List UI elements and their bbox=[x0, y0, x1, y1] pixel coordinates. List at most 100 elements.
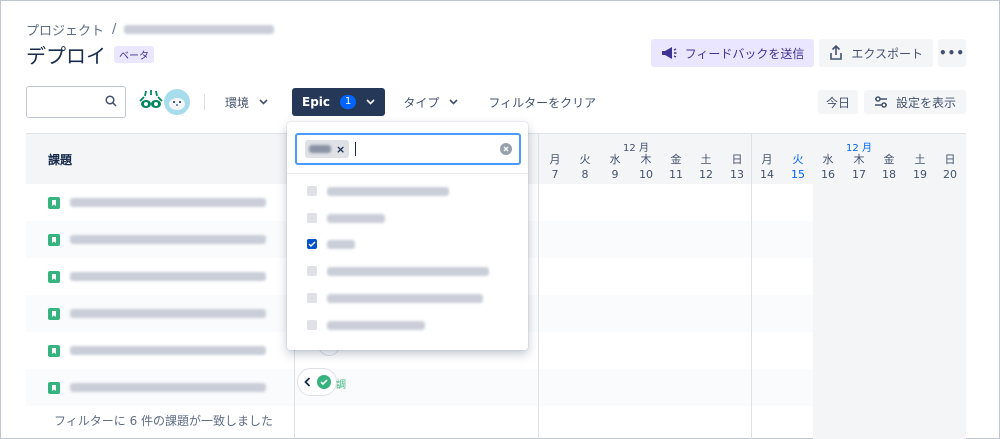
collapse-handle[interactable] bbox=[297, 368, 337, 396]
week-divider bbox=[751, 134, 752, 439]
epic-option-label-redacted bbox=[327, 239, 355, 249]
story-icon bbox=[48, 381, 60, 394]
epic-option[interactable] bbox=[307, 261, 489, 281]
future-days-shade bbox=[813, 184, 966, 439]
text-caret bbox=[355, 142, 357, 156]
epic-option-checkbox[interactable] bbox=[307, 186, 317, 196]
epic-option-selected[interactable] bbox=[307, 234, 355, 254]
view-settings-button[interactable]: 設定を表示 bbox=[863, 90, 966, 114]
today-button[interactable]: 今日 bbox=[817, 90, 858, 114]
day-column: 木 10 bbox=[639, 153, 653, 181]
issue-row[interactable] bbox=[26, 184, 294, 221]
day-column: 木 17 bbox=[852, 153, 866, 181]
avatar-eyes-icon bbox=[139, 90, 163, 108]
check-icon bbox=[308, 241, 316, 248]
day-column: 金 18 bbox=[882, 153, 896, 181]
epic-count-badge: 1 bbox=[340, 95, 357, 109]
epic-option[interactable] bbox=[307, 315, 425, 335]
story-icon bbox=[48, 270, 60, 283]
story-icon bbox=[48, 344, 60, 357]
epic-option-label-redacted bbox=[327, 213, 385, 223]
breadcrumb-separator: / bbox=[112, 22, 117, 37]
issue-title-redacted bbox=[70, 198, 266, 207]
issue-column-header: 課題 bbox=[26, 134, 294, 184]
environment-filter[interactable]: 環境 bbox=[217, 88, 276, 116]
epic-filter[interactable]: Epic 1 bbox=[292, 88, 386, 116]
epic-option[interactable] bbox=[307, 208, 385, 228]
chip-label-redacted bbox=[309, 145, 331, 153]
selected-epic-chip: × bbox=[305, 140, 350, 158]
environment-filter-label: 環境 bbox=[225, 95, 250, 110]
epic-option[interactable] bbox=[307, 181, 449, 201]
day-column-today: 火 15 bbox=[791, 153, 805, 181]
chip-remove-button[interactable]: × bbox=[336, 143, 345, 156]
epic-option-label-redacted bbox=[327, 266, 489, 276]
epic-option-label-redacted bbox=[327, 293, 483, 303]
avatar-seal-icon bbox=[169, 98, 185, 110]
clear-filters-button[interactable]: フィルターをクリア bbox=[488, 94, 596, 111]
chevron-down-icon bbox=[366, 99, 375, 105]
filter-result-count: フィルターに 6 件の課題が一致しました bbox=[54, 414, 274, 428]
type-filter-label: タイプ bbox=[403, 95, 440, 110]
day-column: 火8 bbox=[579, 153, 591, 181]
issue-title-redacted bbox=[70, 346, 266, 355]
day-column: 土 19 bbox=[913, 153, 927, 181]
sliders-icon bbox=[874, 96, 887, 108]
check-circle-icon bbox=[316, 375, 331, 389]
epic-option[interactable] bbox=[307, 288, 483, 308]
day-column: 金 11 bbox=[669, 153, 683, 181]
view-controls: 今日 設定を表示 bbox=[817, 90, 966, 114]
page-title: デプロイ bbox=[26, 44, 106, 68]
epic-option-checkbox[interactable] bbox=[307, 320, 317, 330]
epic-search-input[interactable]: × bbox=[295, 133, 521, 165]
breadcrumb: プロジェクト / bbox=[26, 20, 275, 39]
feedback-button[interactable]: フィードバックを送信 bbox=[650, 39, 815, 67]
issue-title-redacted bbox=[70, 309, 266, 318]
week-divider bbox=[538, 134, 539, 439]
issue-row[interactable] bbox=[26, 221, 294, 258]
story-icon bbox=[48, 233, 60, 246]
day-column: 水 16 bbox=[821, 153, 835, 181]
issue-row[interactable] bbox=[26, 332, 294, 369]
issue-title-redacted bbox=[70, 383, 266, 392]
issue-row[interactable] bbox=[26, 258, 294, 295]
export-label: エクスポート bbox=[851, 46, 923, 61]
title-row: デプロイ ベータ bbox=[26, 40, 154, 69]
epic-option-label-redacted bbox=[327, 320, 425, 330]
epic-filter-label: Epic bbox=[302, 95, 331, 109]
day-column: 月7 bbox=[549, 153, 561, 181]
day-column: 日 20 bbox=[943, 153, 957, 181]
avatar-seal[interactable] bbox=[164, 89, 190, 115]
deployment-status-label: 調 bbox=[336, 380, 346, 391]
epic-option-checkbox[interactable] bbox=[307, 293, 317, 303]
chevron-left-icon bbox=[303, 377, 310, 387]
view-settings-label: 設定を表示 bbox=[895, 95, 956, 110]
feedback-label: フィードバックを送信 bbox=[684, 46, 805, 61]
beta-badge: ベータ bbox=[114, 46, 154, 63]
megaphone-icon bbox=[661, 47, 677, 59]
day-column: 水9 bbox=[609, 153, 621, 181]
day-column: 月 14 bbox=[760, 153, 774, 181]
epic-option-checkbox[interactable] bbox=[307, 266, 317, 276]
avatar-group bbox=[138, 89, 190, 115]
breadcrumb-root[interactable]: プロジェクト bbox=[26, 20, 104, 39]
type-filter[interactable]: タイプ bbox=[395, 88, 466, 116]
clear-icon[interactable] bbox=[500, 143, 512, 155]
search-input[interactable] bbox=[26, 86, 126, 118]
export-button[interactable]: エクスポート bbox=[819, 39, 933, 67]
day-column: 土 12 bbox=[699, 153, 713, 181]
share-icon bbox=[830, 45, 843, 60]
more-actions-button[interactable]: ••• bbox=[938, 39, 966, 67]
issue-row[interactable] bbox=[26, 295, 294, 332]
epic-dropdown: × bbox=[287, 122, 528, 350]
day-column: 日 13 bbox=[730, 153, 744, 181]
story-icon bbox=[48, 307, 60, 320]
epic-option-checkbox-checked[interactable] bbox=[307, 239, 317, 249]
avatar-eyes[interactable] bbox=[138, 89, 164, 115]
chevron-down-icon bbox=[449, 99, 458, 105]
breadcrumb-project-redacted[interactable] bbox=[124, 25, 275, 34]
filter-separator bbox=[204, 94, 205, 110]
chevron-down-icon bbox=[259, 99, 268, 105]
epic-option-checkbox[interactable] bbox=[307, 213, 317, 223]
issue-row[interactable] bbox=[26, 369, 294, 406]
